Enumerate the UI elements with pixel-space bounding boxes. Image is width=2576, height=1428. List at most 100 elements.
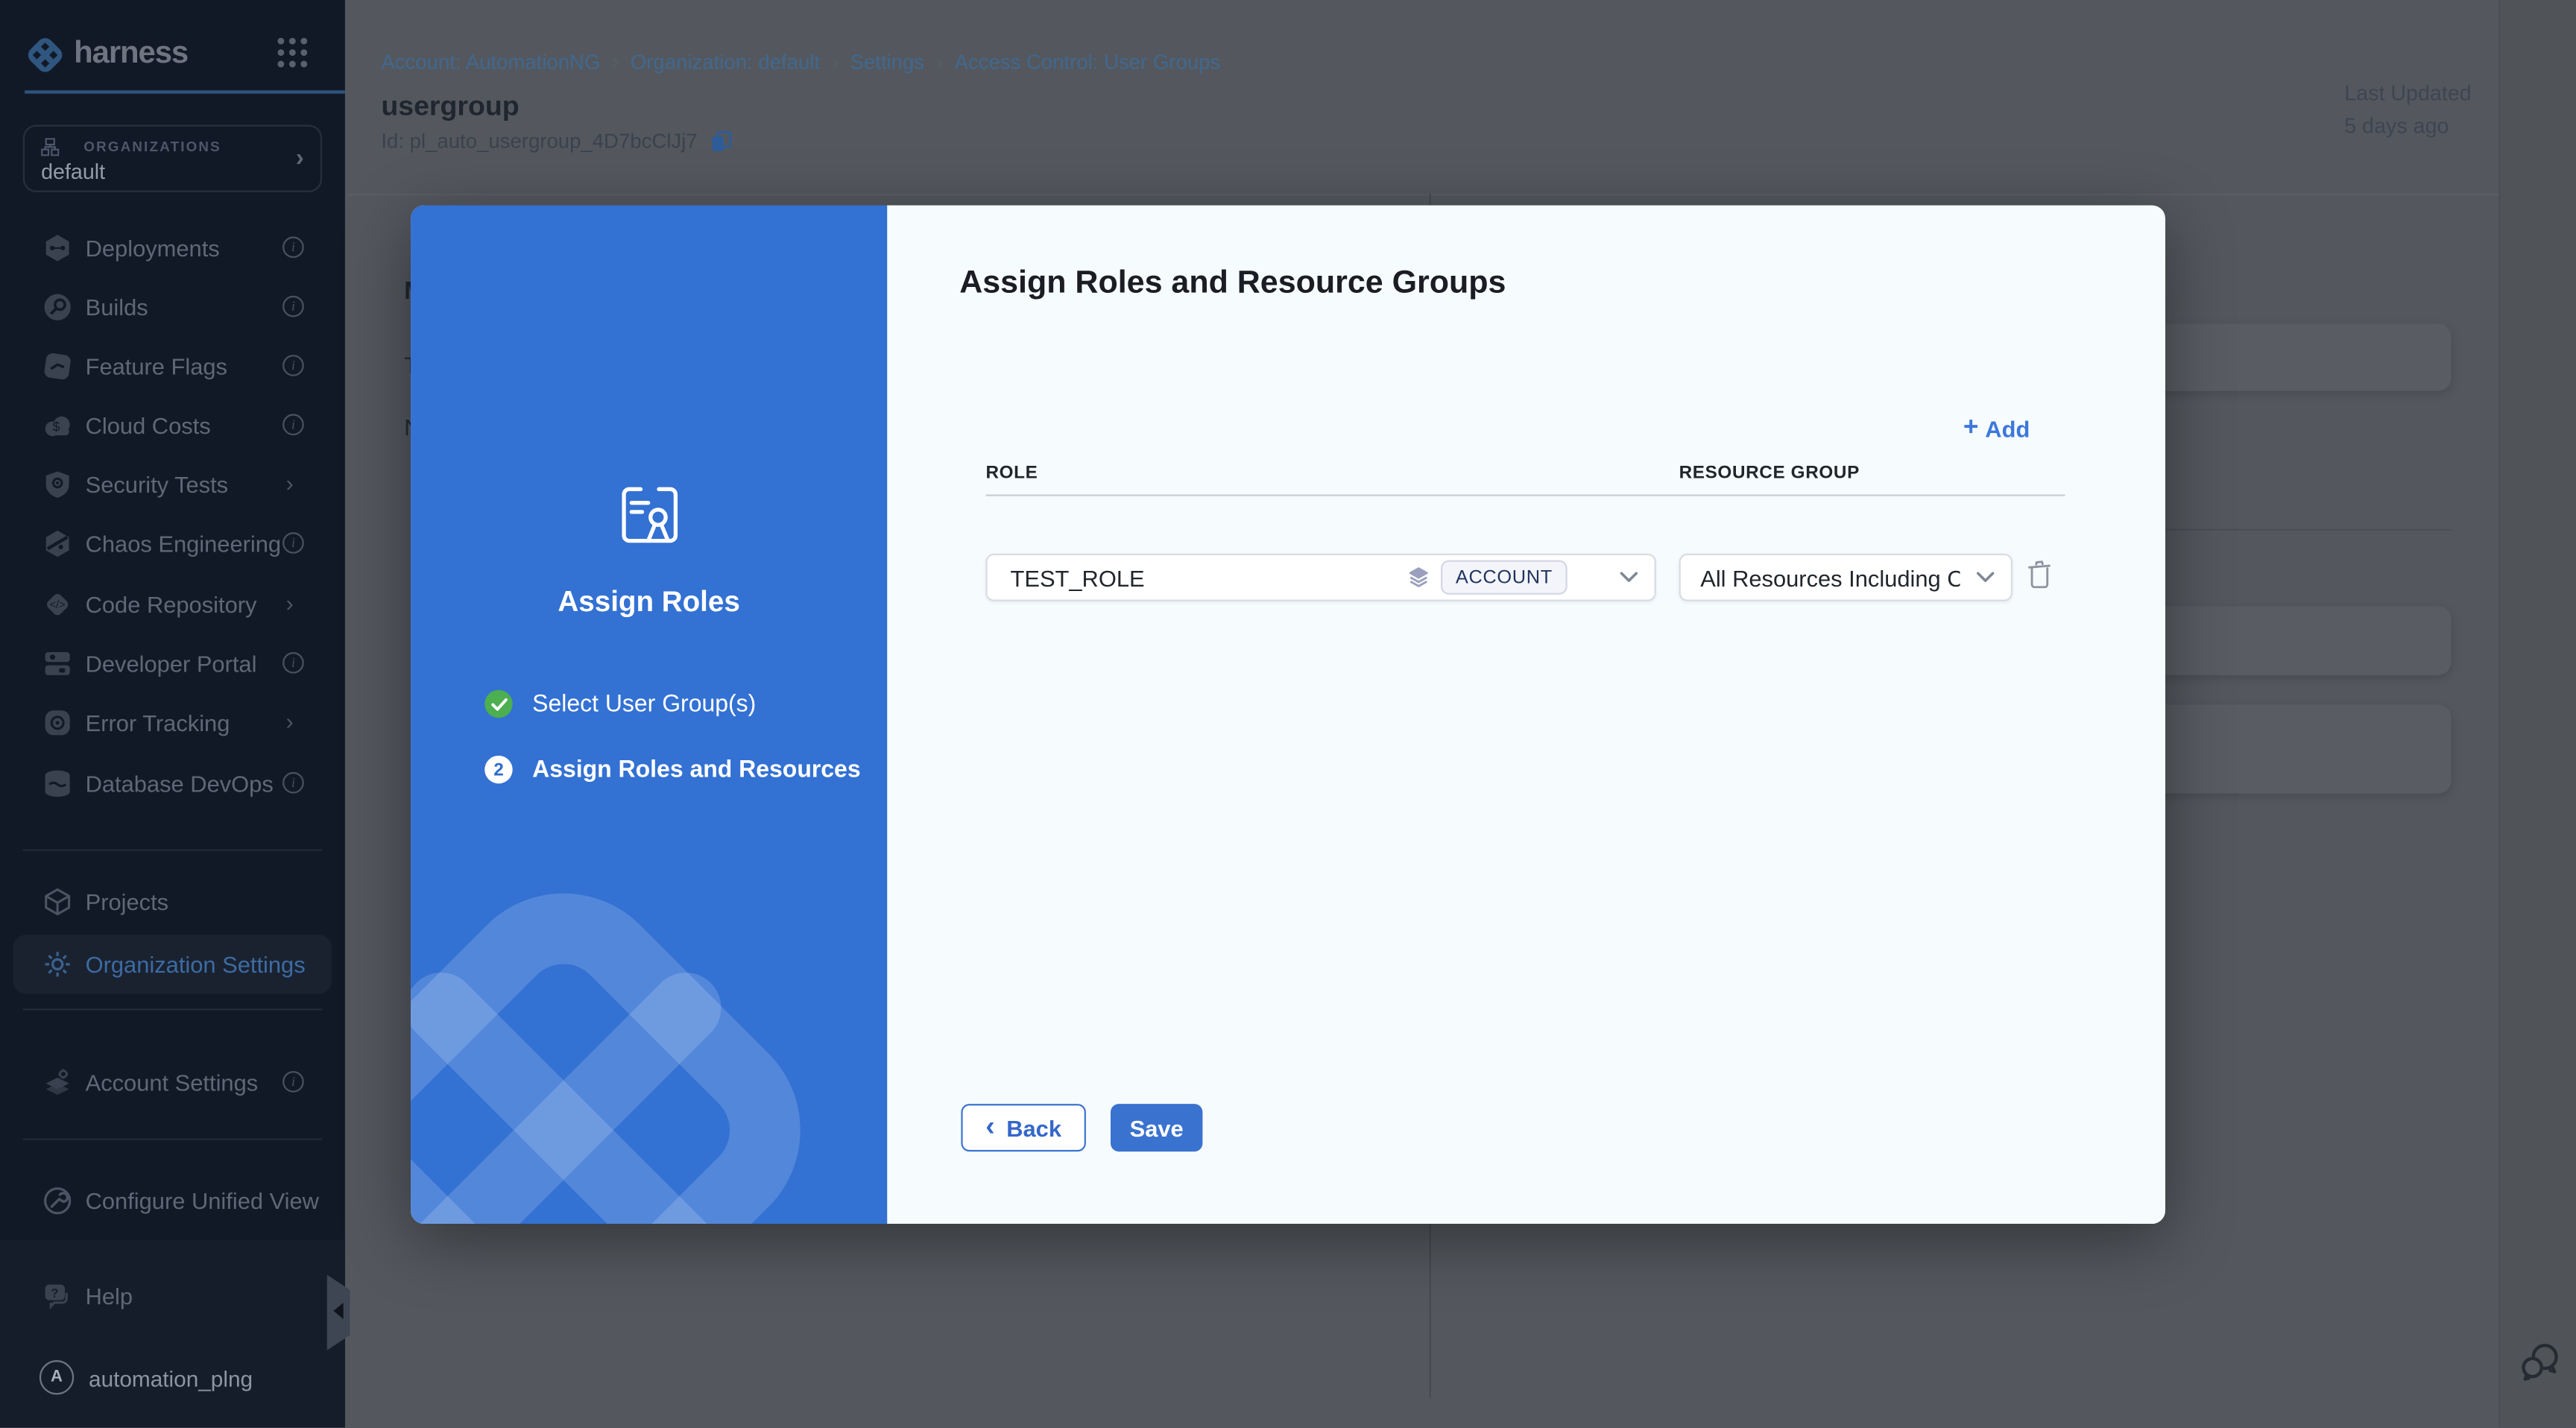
sidebar-item-developer-portal[interactable]: Developer Portal i — [0, 634, 345, 693]
chevron-left-icon: ‹ — [985, 1110, 995, 1143]
sidebar-item-label: Security Tests — [86, 472, 229, 498]
chevron-right-icon: › — [286, 590, 294, 616]
info-icon[interactable]: i — [282, 236, 304, 258]
sidebar-item-label: Configure Unified View — [86, 1188, 319, 1214]
id-card-icon — [619, 484, 681, 546]
table-header-divider — [985, 494, 2065, 496]
wizard-step-select-user-groups[interactable]: Select User Group(s) — [484, 690, 756, 718]
sidebar-item-security-tests[interactable]: Security Tests › — [0, 455, 345, 514]
sidebar-item-label: Projects — [86, 888, 168, 914]
feature-flags-icon — [42, 352, 72, 382]
resource-group-select-value: All Resources Including C... — [1700, 564, 1960, 590]
chevron-right-icon: › — [612, 49, 619, 74]
right-gutter — [2501, 0, 2576, 1427]
back-button-label: Back — [1006, 1114, 1061, 1140]
info-icon[interactable]: i — [282, 652, 304, 674]
cloud-costs-icon: $ — [42, 411, 72, 440]
info-icon[interactable]: i — [282, 532, 304, 554]
help-chat-icon: ? — [42, 1281, 72, 1311]
add-role-button[interactable]: + Add — [1963, 414, 2030, 443]
resource-group-select[interactable]: All Resources Including C... — [1679, 554, 2012, 601]
breadcrumb: Account: AutomationNG › Organization: de… — [381, 49, 1220, 74]
sidebar-item-label: Code Repository — [86, 591, 257, 617]
breadcrumb-organization[interactable]: Organization: default — [631, 50, 820, 73]
database-devops-icon — [42, 769, 72, 799]
organization-selector[interactable]: ORGANIZATIONS default › — [23, 125, 322, 192]
code-repository-icon: </> — [42, 590, 72, 619]
info-icon[interactable]: i — [282, 296, 304, 317]
step-label: Select User Group(s) — [532, 691, 756, 717]
save-button[interactable]: Save — [1111, 1104, 1202, 1151]
chevron-right-icon: › — [296, 145, 304, 172]
save-button-label: Save — [1130, 1114, 1184, 1140]
sidebar-item-label: Account Settings — [86, 1070, 259, 1096]
wizard-panel: Assign Roles Select User Group(s) 2 Assi… — [411, 206, 887, 1225]
info-icon[interactable]: i — [282, 772, 304, 794]
sidebar-divider — [23, 1008, 322, 1010]
chevron-right-icon: › — [936, 49, 944, 74]
content-edge-divider — [2498, 0, 2500, 1427]
chaos-engineering-icon — [42, 529, 72, 559]
sidebar-item-organization-settings[interactable]: Organization Settings — [13, 935, 332, 993]
wizard-title: Assign Roles — [411, 585, 887, 619]
sidebar-accent-line — [25, 90, 345, 93]
avatar: A — [40, 1360, 74, 1394]
plus-icon: + — [1963, 414, 1979, 443]
svg-text:$: $ — [53, 420, 60, 435]
sidebar-item-deployments[interactable]: Deployments i — [0, 218, 345, 277]
breadcrumb-account[interactable]: Account: AutomationNG — [381, 50, 600, 73]
dialog-panel: ✕ Assign Roles and Resource Groups + Add… — [887, 206, 2165, 1225]
module-grid-icon[interactable] — [276, 36, 309, 69]
sidebar-item-label: Error Tracking — [86, 710, 230, 736]
org-selector-label: ORGANIZATIONS — [83, 138, 221, 154]
step-done-icon — [484, 690, 512, 718]
step-number-badge: 2 — [484, 756, 512, 783]
sidebar-item-help[interactable]: ? Help — [0, 1266, 345, 1325]
sidebar-item-label: Chaos Engineering — [86, 531, 281, 557]
copy-icon[interactable] — [709, 130, 732, 153]
layers-scope-icon — [1408, 566, 1430, 588]
chevron-down-icon — [1977, 572, 1995, 583]
last-updated: Last Updated 5 days ago — [2344, 78, 2471, 143]
projects-icon — [42, 887, 72, 917]
sidebar-item-label: Database DevOps — [86, 771, 274, 797]
chevron-down-icon — [1620, 572, 1638, 583]
breadcrumb-user-groups[interactable]: Access Control: User Groups — [955, 50, 1221, 73]
sidebar-item-feature-flags[interactable]: Feature Flags i — [0, 337, 345, 396]
header-divider — [347, 194, 2501, 195]
info-icon[interactable]: i — [282, 1071, 304, 1093]
collapse-left-icon — [333, 1303, 343, 1319]
back-button[interactable]: ‹ Back — [961, 1104, 1086, 1151]
info-icon[interactable]: i — [282, 414, 304, 435]
role-column-header: ROLE — [985, 464, 1038, 483]
sidebar: harness ORGANIZATIONS default › — [0, 0, 345, 1427]
sidebar-user-profile[interactable]: A automation_plng — [0, 1350, 345, 1409]
sidebar-item-cloud-costs[interactable]: $ Cloud Costs i — [0, 396, 345, 455]
wizard-step-assign-roles[interactable]: 2 Assign Roles and Resources — [484, 756, 860, 783]
sidebar-item-projects[interactable]: Projects — [0, 872, 345, 931]
svg-text:</>: </> — [50, 599, 66, 611]
sidebar-item-chaos-engineering[interactable]: Chaos Engineering i — [0, 514, 345, 573]
sidebar-item-label: Builds — [86, 294, 148, 320]
delete-row-icon[interactable] — [2027, 560, 2052, 590]
sidebar-item-builds[interactable]: Builds i — [0, 277, 345, 336]
sidebar-item-code-repository[interactable]: </> Code Repository › — [0, 575, 345, 634]
info-icon[interactable]: i — [282, 355, 304, 376]
sidebar-item-configure-unified-view[interactable]: Configure Unified View — [0, 1172, 345, 1230]
harness-wordmark: harness — [74, 36, 188, 72]
wrench-icon — [42, 1186, 72, 1216]
entity-id-row: Id: pl_auto_usergroup_4D7bcClJj7 — [381, 130, 732, 153]
org-selector-value: default — [41, 159, 105, 184]
last-updated-label: Last Updated — [2344, 78, 2471, 110]
sidebar-item-error-tracking[interactable]: Error Tracking › — [0, 693, 345, 752]
sidebar-item-database-devops[interactable]: Database DevOps i — [0, 754, 345, 813]
role-select[interactable]: TEST_ROLE ACCOUNT — [985, 554, 1655, 601]
deployments-icon — [42, 233, 72, 263]
sidebar-item-account-settings[interactable]: Account Settings i — [0, 1053, 345, 1112]
check-icon — [490, 698, 507, 711]
org-chart-icon — [41, 138, 59, 156]
chat-support-icon[interactable] — [2517, 1339, 2563, 1385]
chevron-right-icon: › — [286, 708, 294, 734]
harness-watermark-logo — [411, 859, 835, 1224]
breadcrumb-settings[interactable]: Settings — [850, 50, 925, 73]
